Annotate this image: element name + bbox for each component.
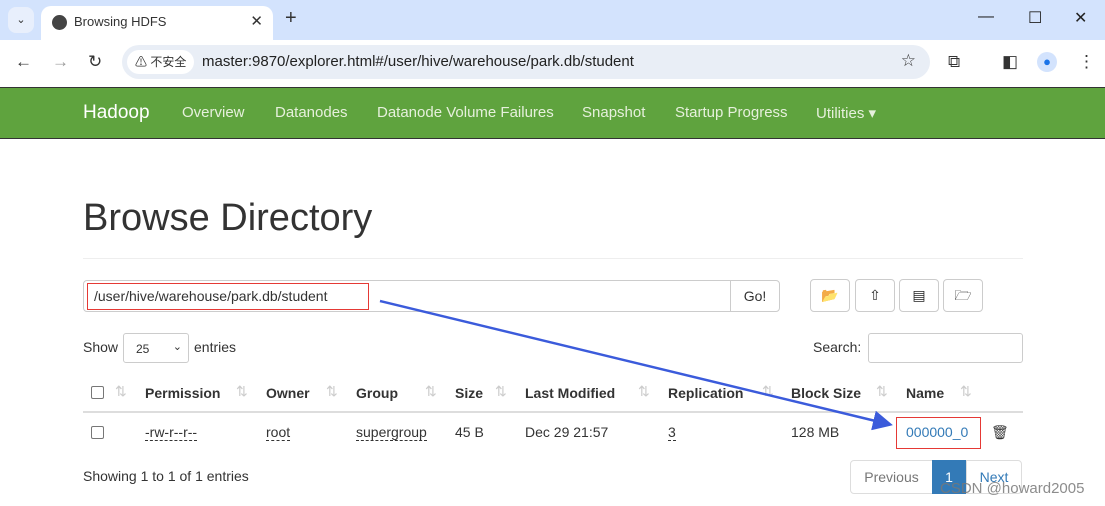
watermark: CSDN @howard2005 <box>940 480 1085 497</box>
annotation-arrow <box>379 299 893 431</box>
